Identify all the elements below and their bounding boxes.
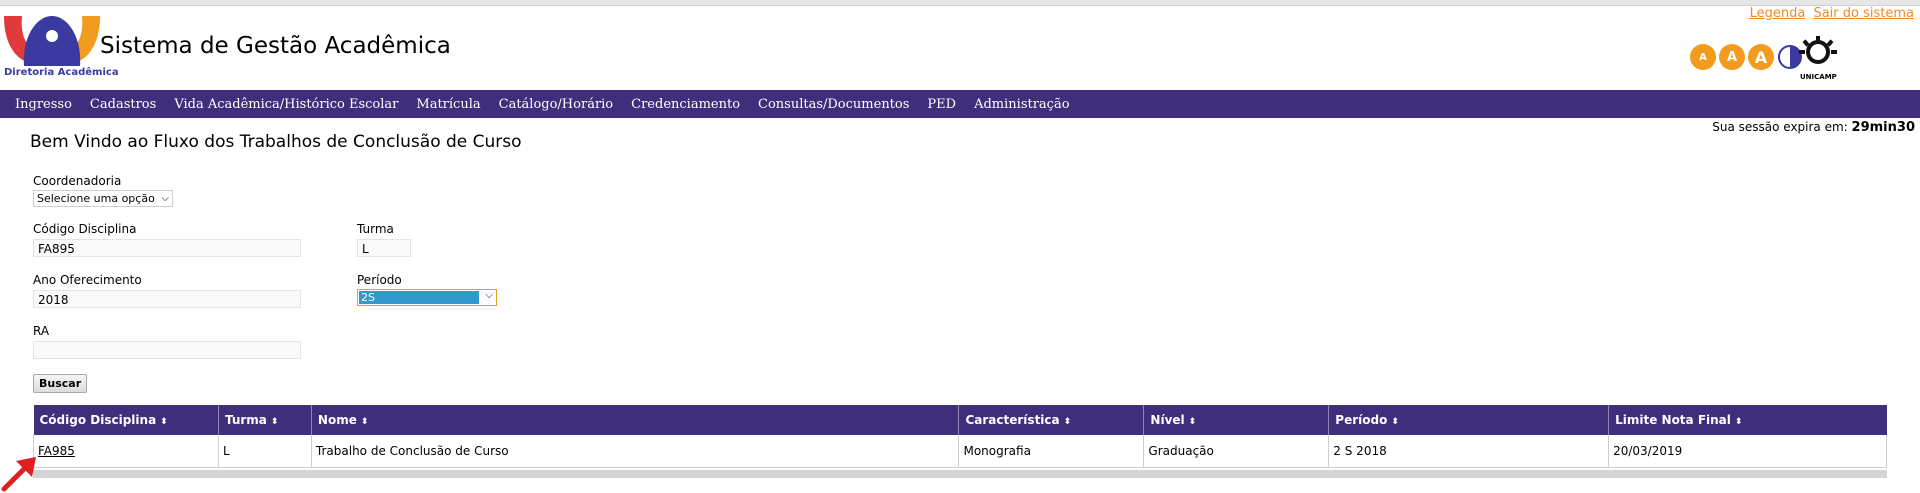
page-title: Bem Vindo ao Fluxo dos Trabalhos de Conc… [30, 132, 522, 152]
ano-oferecimento-input[interactable]: 2018 [33, 290, 301, 308]
font-size-small-button[interactable]: A [1690, 44, 1716, 70]
legenda-link[interactable]: Legenda [1750, 6, 1806, 21]
nav-catalogo-horario[interactable]: Catálogo/Horário [490, 97, 623, 112]
cell-nivel: Graduação [1143, 435, 1330, 468]
app-title: Sistema de Gestão Acadêmica [100, 33, 451, 59]
nav-ingresso[interactable]: Ingresso [0, 97, 81, 112]
cell-codigo: FA985 [33, 435, 219, 468]
nav-matricula[interactable]: Matrícula [407, 97, 489, 112]
col-caracteristica[interactable]: Característica ⬍ [958, 405, 1145, 435]
accessibility-controls: A A A [1690, 44, 1807, 70]
sort-icon: ⬍ [160, 417, 168, 427]
sort-icon: ⬍ [360, 417, 369, 427]
nav-credenciamento[interactable]: Credenciamento [622, 97, 749, 112]
col-label: Nome [317, 413, 357, 427]
logo-caption: Diretoria Acadêmica [4, 67, 119, 78]
codigo-disciplina-label: Código Disciplina [33, 222, 137, 236]
cell-caracteristica: Monografia [958, 435, 1145, 468]
col-periodo[interactable]: Período ⬍ [1328, 405, 1610, 435]
col-codigo-disciplina[interactable]: Código Disciplina ⬍ [33, 405, 219, 435]
col-label: Limite Nota Final [1615, 413, 1731, 427]
periodo-select[interactable]: 2S ⌵ [357, 289, 497, 306]
font-size-medium-button[interactable]: A [1719, 44, 1745, 70]
top-border [0, 0, 1920, 6]
logout-link[interactable]: Sair do sistema [1813, 6, 1914, 21]
turma-input[interactable]: L [357, 239, 411, 257]
chevron-down-icon: ⌵ [161, 193, 169, 204]
table-header-row: Código Disciplina ⬍ Turma ⬍ Nome ⬍ Caracter… [33, 405, 1887, 435]
col-label: Característica [965, 413, 1060, 427]
cell-nome: Trabalho de Conclusão de Curso [311, 435, 960, 468]
sort-icon: ⬍ [1188, 417, 1197, 427]
main-nav: Ingresso Cadastros Vida Acadêmica/Histór… [0, 90, 1920, 118]
table-footer [33, 470, 1887, 478]
col-turma[interactable]: Turma ⬍ [218, 405, 312, 435]
coordenadoria-value: Selecione uma opção [37, 192, 155, 205]
table-row: FA985 L Trabalho de Conclusão de Curso M… [33, 435, 1887, 468]
unicamp-caption: UNICAMP [1800, 73, 1837, 81]
results-table: Código Disciplina ⬍ Turma ⬍ Nome ⬍ Caracter… [33, 405, 1887, 468]
annotation-arrow-icon [1, 457, 36, 492]
session-timer: Sua sessão expira em: 29min30 [1712, 120, 1915, 135]
top-links: Legenda Sair do sistema [1746, 6, 1914, 21]
font-size-large-button[interactable]: A [1748, 44, 1774, 70]
periodo-value: 2S [359, 291, 479, 304]
sort-icon: ⬍ [1063, 417, 1072, 427]
codigo-disciplina-input[interactable]: FA895 [33, 239, 301, 257]
coordenadoria-label: Coordenadoria [33, 174, 122, 188]
nav-ped[interactable]: PED [918, 97, 965, 112]
sort-icon: ⬍ [270, 417, 279, 427]
nav-consultas-documentos[interactable]: Consultas/Documentos [749, 97, 918, 112]
col-label: Turma [224, 413, 267, 427]
ra-label: RA [33, 324, 50, 338]
col-nome[interactable]: Nome ⬍ [311, 405, 960, 435]
cell-turma: L [218, 435, 312, 468]
col-limite-nota-final[interactable]: Limite Nota Final ⬍ [1608, 405, 1887, 435]
session-time: 29min30 [1851, 120, 1915, 135]
col-label: Nível [1150, 413, 1185, 427]
col-nivel[interactable]: Nível ⬍ [1143, 405, 1330, 435]
search-button[interactable]: Buscar [33, 374, 88, 393]
periodo-label: Período [357, 273, 402, 287]
turma-label: Turma [357, 222, 394, 236]
ra-input[interactable] [33, 341, 301, 359]
nav-cadastros[interactable]: Cadastros [81, 97, 165, 112]
col-label: Código Disciplina [39, 413, 157, 427]
sort-icon: ⬍ [1391, 417, 1399, 427]
session-label: Sua sessão expira em: [1712, 120, 1848, 134]
cell-periodo: 2 S 2018 [1328, 435, 1610, 468]
chevron-down-icon: ⌵ [485, 290, 493, 301]
ano-oferecimento-label: Ano Oferecimento [33, 273, 142, 287]
nav-vida-academica[interactable]: Vida Acadêmica/Histórico Escolar [165, 97, 407, 112]
nav-administracao[interactable]: Administração [965, 97, 1078, 112]
coordenadoria-select[interactable]: Selecione uma opção ⌵ [33, 190, 173, 207]
cell-limite-nota: 20/03/2019 [1608, 435, 1887, 468]
col-label: Período [1335, 413, 1388, 427]
sort-icon: ⬍ [1734, 417, 1743, 427]
